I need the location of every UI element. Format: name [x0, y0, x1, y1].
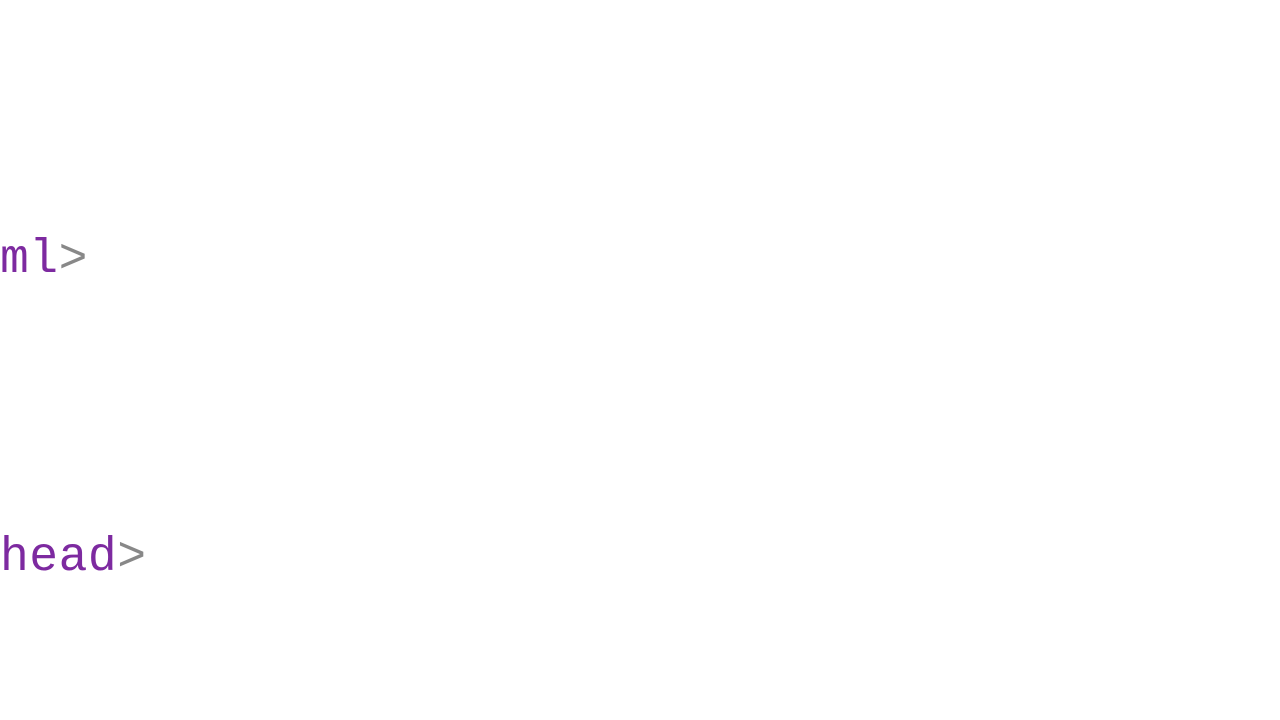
- angle-close: >: [117, 531, 146, 585]
- tag-name: head: [0, 531, 117, 585]
- tag-name: ml: [0, 233, 59, 287]
- dom-node-head-open[interactable]: head>: [0, 521, 1280, 595]
- devtools-dom-tree[interactable]: ml> head> <link rel="stylesheet" type="t…: [0, 0, 1280, 720]
- dom-node-html-open[interactable]: ml>: [0, 223, 1280, 297]
- angle-close: >: [59, 233, 88, 287]
